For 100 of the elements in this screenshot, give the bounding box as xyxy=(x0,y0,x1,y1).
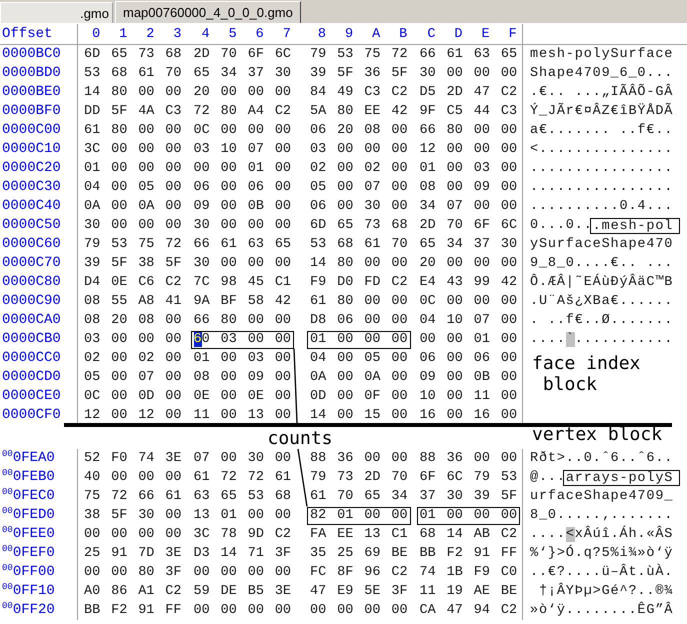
hex-bytes: 66 61 63 65 xyxy=(418,46,518,64)
hex-bytes: A0 86 A1 C2 xyxy=(83,583,183,600)
hex-bytes: 11 19 AE BE xyxy=(418,583,518,600)
hex-bytes: 02 00 02 00 xyxy=(309,160,409,178)
ascii-text: Rðt>..0.ˆ6..ˆ6.. xyxy=(530,451,674,466)
hex-bytes: 6D 65 73 68 xyxy=(83,46,183,64)
column-header: 7 xyxy=(282,26,291,42)
hex-bytes: 63 65 53 68 xyxy=(192,488,292,506)
hex-bytes: 53 68 61 70 xyxy=(309,236,409,254)
ascii-text: Ô.ÆÂ|˜EÁùÐýÂäC™B xyxy=(530,275,674,290)
hex-bytes: 01 00 00 00 xyxy=(83,160,183,178)
hex-bytes: 61 80 00 00 xyxy=(83,122,183,140)
hex-bytes: 00 00 80 3F xyxy=(83,564,183,582)
hex-bytes: 12 00 00 00 xyxy=(418,141,518,158)
row-offset: 0000BF0 xyxy=(1,103,61,120)
row-offset: 0000C70 xyxy=(1,255,61,272)
row-offset: $^{00}$0FEA0 xyxy=(1,450,55,467)
row-offset: 0000CB0 xyxy=(1,331,61,348)
hex-bytes: 06 00 30 00 xyxy=(309,198,409,216)
hex-bytes: 59 DE B5 3E xyxy=(192,583,292,600)
ascii-text: %‘}>Ó.q?5%i¾»ò‘ÿ xyxy=(530,546,674,561)
row-offset: 0000CC0 xyxy=(1,350,61,367)
column-header: 2 xyxy=(145,26,154,42)
hex-bytes: 04 10 07 00 xyxy=(418,312,518,330)
row-offset: $^{00}$0FEF0 xyxy=(1,545,55,562)
text-cursor: 6 xyxy=(194,332,202,347)
hex-bytes: 9F C5 44 C3 xyxy=(418,103,518,120)
hex-bytes: 05 00 07 00 xyxy=(83,369,183,386)
file-tab[interactable]: map00760000_4_0_0_0.gmo xyxy=(115,1,301,23)
ascii-text: ..€?....ü–Ât.ùÀ. xyxy=(530,565,674,580)
hex-bytes: 07 00 30 00 xyxy=(192,450,292,468)
hex-bytes: 30 00 00 00 xyxy=(192,255,292,272)
row-offset: 0000C90 xyxy=(1,293,61,310)
hex-bytes: 0C 00 00 00 xyxy=(192,122,292,140)
hex-bytes: 0C 00 00 00 xyxy=(418,293,518,310)
column-header: B xyxy=(398,26,408,42)
ascii-text: urfaceShape4709_ xyxy=(530,489,674,504)
hex-bytes: 01 00 03 00 xyxy=(192,350,292,368)
row-offset: 0000CF0 xyxy=(1,407,61,424)
hex-bytes: 61 70 65 34 xyxy=(309,488,409,506)
ascii-text: ................ xyxy=(530,180,674,195)
hex-bytes: 65 34 37 30 xyxy=(418,236,518,254)
hex-bytes: 34 07 00 00 xyxy=(418,198,518,216)
column-header: A xyxy=(371,26,380,42)
framed-hex-bytes: 01 00 00 00 xyxy=(416,506,520,524)
hex-bytes: 01 00 03 00 xyxy=(418,160,518,178)
file-tab[interactable]: .gmo xyxy=(0,2,113,23)
hex-bytes: 30 00 00 00 xyxy=(192,217,292,234)
hex-bytes: BB F2 91 FF xyxy=(418,545,518,562)
hex-bytes: D4 0E C6 C2 xyxy=(83,274,183,292)
hex-bytes: 74 1B F9 C0 xyxy=(418,564,518,582)
ascii-text: .U¨Aš¿XBa€...... xyxy=(530,294,674,309)
annotation-label: vertex block xyxy=(532,427,662,443)
hex-bytes: 53 68 61 70 xyxy=(83,65,183,82)
hex-bytes: 0E 00 0E 00 xyxy=(192,388,292,406)
hex-bytes: 06 00 06 00 xyxy=(192,179,292,196)
hex-bytes: 00 00 01 00 xyxy=(192,160,292,178)
hex-bytes: 03 00 00 00 xyxy=(309,141,409,158)
column-header: 3 xyxy=(172,26,182,42)
hex-bytes: 6F 6C 79 53 xyxy=(418,469,518,486)
hex-bytes: D3 14 71 3F xyxy=(192,545,292,562)
hex-bytes: 35 25 69 BE xyxy=(309,545,409,562)
column-header: E xyxy=(480,26,490,42)
hex-bytes: D5 2D 47 C2 xyxy=(418,84,518,102)
hex-bytes: 79 53 75 72 xyxy=(309,46,409,64)
row-offset: 0000CE0 xyxy=(1,388,61,405)
row-offset: $^{00}$0FED0 xyxy=(1,507,55,524)
column-header: 4 xyxy=(200,26,210,42)
column-header: 6 xyxy=(254,26,264,42)
hex-bytes: DD 5F 4A C3 xyxy=(83,103,183,120)
row-offset: 0000C60 xyxy=(1,236,61,253)
hex-bytes: 47 E9 5E 3F xyxy=(309,583,409,600)
hex-bytes: 66 80 00 00 xyxy=(418,122,518,140)
ascii-text: ........... xyxy=(574,332,674,347)
framed-ascii-text: .mesh-pol xyxy=(590,218,680,234)
column-header: C xyxy=(426,26,436,42)
hex-bytes: 00 00 00 00 xyxy=(309,602,409,620)
column-header: 1 xyxy=(118,26,128,42)
row-offset: 0000C40 xyxy=(1,198,61,215)
hex-bytes: 13 01 00 00 xyxy=(192,507,292,524)
hex-bytes: 08 00 09 00 xyxy=(418,179,518,196)
hex-bytes: 11 00 13 00 xyxy=(192,407,292,424)
hex-bytes: 65 34 37 30 xyxy=(192,65,292,82)
ascii-text: <............... xyxy=(530,142,674,157)
framed-hex-bytes: 01 00 00 00 xyxy=(307,330,411,348)
offset-header: Offset xyxy=(1,25,52,43)
hex-bytes: 00 00 00 00 xyxy=(83,526,183,544)
highlighted-character: < xyxy=(566,527,575,542)
ascii-text: ................ xyxy=(530,161,674,176)
hex-bytes: 79 73 2D 70 xyxy=(309,469,409,486)
ascii-text: Shape4709_6_0... xyxy=(530,66,674,81)
hex-bytes: 20 00 00 00 xyxy=(418,255,518,272)
ascii-text: ySurfaceShape470 xyxy=(530,237,674,252)
hex-bytes: E4 43 99 42 xyxy=(418,274,518,292)
hex-bytes: 14 80 00 00 xyxy=(309,255,409,272)
ascii-text: †¡ÂYÞµ>Gé^?..®¾ xyxy=(538,584,674,599)
hex-bytes: 30 00 00 00 xyxy=(83,217,183,234)
row-offset: 0000C80 xyxy=(1,274,61,291)
ascii-text: 8_0.....‚....... xyxy=(530,508,674,523)
hex-bytes: 00 00 01 00 xyxy=(418,331,518,348)
